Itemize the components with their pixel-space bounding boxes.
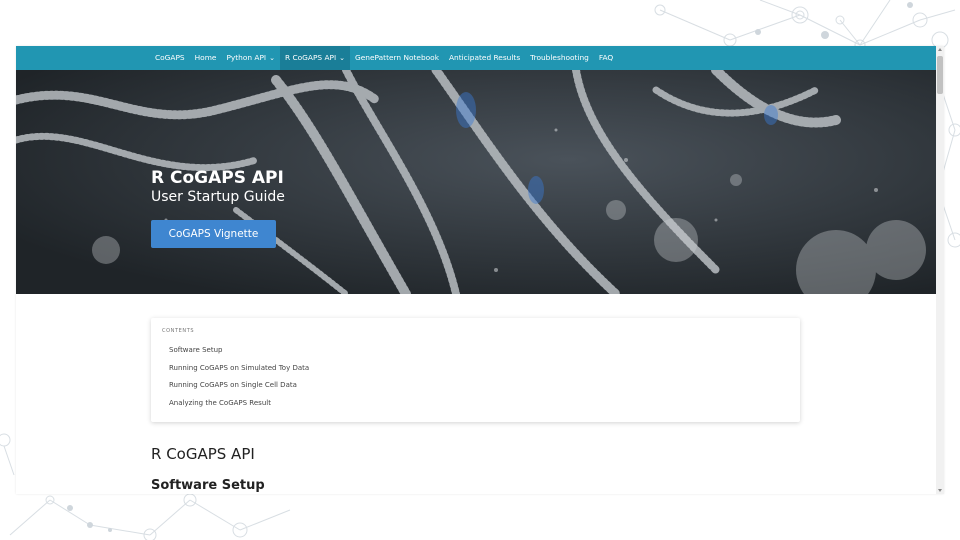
toc-item-simulated-toy-data[interactable]: Running CoGAPS on Simulated Toy Data <box>169 362 309 380</box>
nav-item-label: Troubleshooting <box>530 53 589 62</box>
nav-item-r-cogaps-api[interactable]: R CoGAPS API ⌄ <box>280 46 351 70</box>
nav-item-label: Python API <box>226 53 267 62</box>
nav-item-label: CoGAPS <box>155 53 185 62</box>
hero-banner: R CoGAPS API User Startup Guide CoGAPS V… <box>16 70 936 294</box>
chevron-down-icon: ⌄ <box>269 53 275 62</box>
nav-item-label: FAQ <box>598 53 614 62</box>
scroll-up-arrow-icon[interactable] <box>938 48 942 51</box>
chevron-down-icon: ⌄ <box>339 53 346 62</box>
table-of-contents: CONTENTS Software Setup Running CoGAPS o… <box>151 318 800 422</box>
scroll-down-arrow-icon[interactable] <box>938 489 942 492</box>
cogaps-vignette-button[interactable]: CoGAPS Vignette <box>151 220 276 248</box>
top-navbar: CoGAPS Home Python API ⌄ R CoGAPS API ⌄ Ge… <box>16 46 936 70</box>
nav-item-python-api[interactable]: Python API ⌄ <box>221 46 280 70</box>
nav-item-home[interactable]: Home <box>190 46 222 70</box>
hero-title: R CoGAPS API <box>151 168 284 188</box>
toc-item-single-cell-data[interactable]: Running CoGAPS on Single Cell Data <box>169 379 309 397</box>
vertical-scrollbar[interactable] <box>936 46 944 494</box>
scrollbar-thumb[interactable] <box>937 56 943 94</box>
nav-list: CoGAPS Home Python API ⌄ R CoGAPS API ⌄ Ge… <box>150 46 618 70</box>
nav-item-label: Home <box>194 53 217 62</box>
nav-item-label: Anticipated Results <box>448 53 521 62</box>
nav-item-faq[interactable]: FAQ <box>594 46 618 70</box>
toc-list: Software Setup Running CoGAPS on Simulat… <box>169 344 309 414</box>
nav-item-label: R CoGAPS API <box>285 53 337 62</box>
browser-viewport: CoGAPS Home Python API ⌄ R CoGAPS API ⌄ Ge… <box>16 46 944 494</box>
toc-item-software-setup[interactable]: Software Setup <box>169 344 309 362</box>
hero-subtitle: User Startup Guide <box>151 189 285 205</box>
subsection-heading: Software Setup <box>151 478 265 493</box>
nav-item-troubleshooting[interactable]: Troubleshooting <box>525 46 594 70</box>
section-heading: R CoGAPS API <box>151 445 255 463</box>
toc-item-analyzing-result[interactable]: Analyzing the CoGAPS Result <box>169 397 309 415</box>
nav-item-genepattern-notebook[interactable]: GenePattern Notebook <box>350 46 444 70</box>
nav-item-cogaps[interactable]: CoGAPS <box>150 46 190 70</box>
nav-item-label: GenePattern Notebook <box>355 53 439 62</box>
nav-item-anticipated-results[interactable]: Anticipated Results <box>444 46 525 70</box>
toc-label: CONTENTS <box>162 328 195 334</box>
